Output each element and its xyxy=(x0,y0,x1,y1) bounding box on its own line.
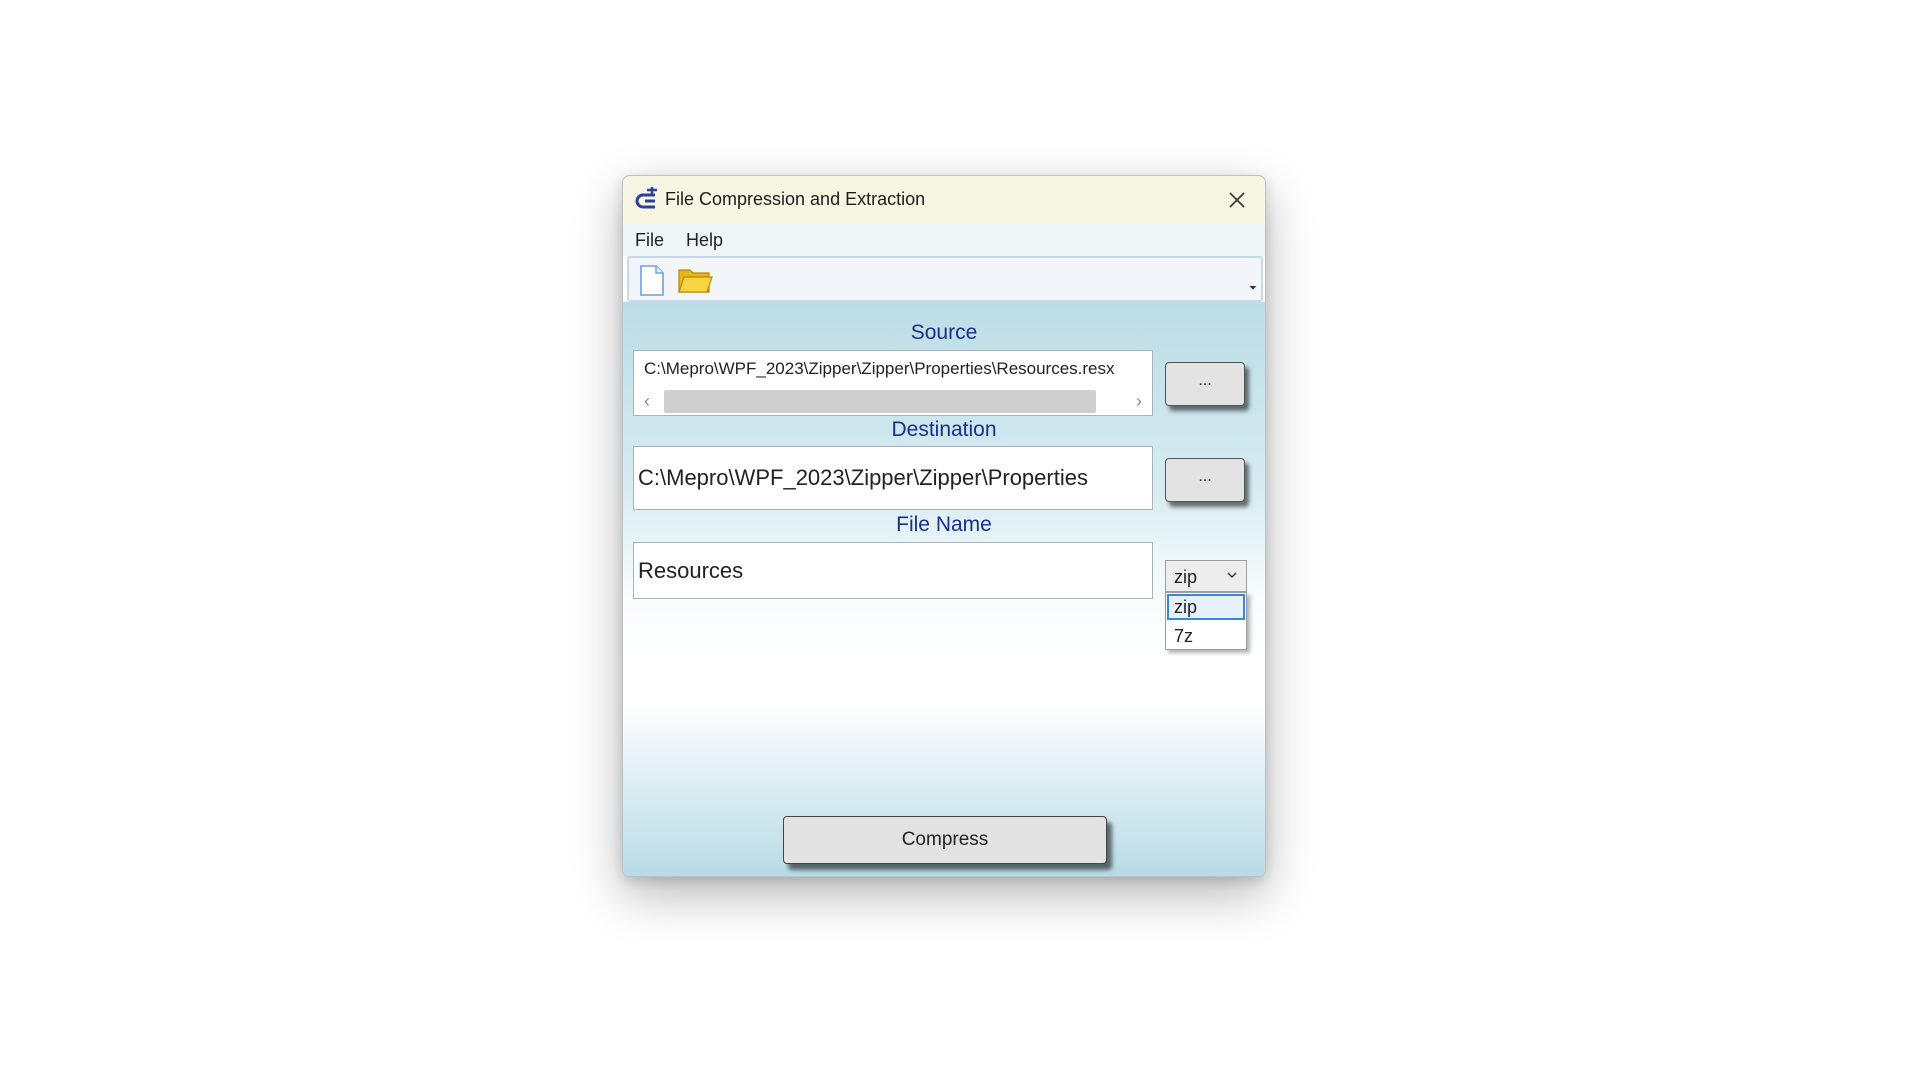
app-window: File Compression and Extraction File Hel… xyxy=(622,175,1266,877)
format-selected-value: zip xyxy=(1174,567,1198,587)
format-option-7z[interactable]: 7z xyxy=(1167,623,1245,649)
destination-path-text: C:\Mepro\WPF_2023\Zipper\Zipper\Properti… xyxy=(638,465,1088,490)
chevron-down-icon xyxy=(1227,572,1237,578)
close-button[interactable] xyxy=(1209,176,1265,224)
new-file-button[interactable] xyxy=(635,264,669,296)
source-browse-button[interactable]: ... xyxy=(1165,362,1245,406)
close-icon xyxy=(1229,192,1245,208)
source-path-text: C:\Mepro\WPF_2023\Zipper\Zipper\Properti… xyxy=(644,359,1115,378)
file-name-text: Resources xyxy=(638,557,744,583)
new-file-icon xyxy=(640,265,664,296)
destination-path-field[interactable]: C:\Mepro\WPF_2023\Zipper\Zipper\Properti… xyxy=(633,446,1153,510)
menu-help[interactable]: Help xyxy=(686,230,723,251)
compress-button[interactable]: Compress xyxy=(783,816,1107,864)
file-name-field[interactable]: Resources xyxy=(633,542,1153,599)
open-folder-icon xyxy=(678,269,713,293)
file-name-label: File Name xyxy=(896,513,992,536)
title-bar: File Compression and Extraction xyxy=(623,176,1265,224)
open-folder-button[interactable] xyxy=(677,264,713,296)
scroll-right-icon[interactable]: › xyxy=(1128,389,1150,413)
source-label: Source xyxy=(910,321,978,344)
main-content: Source C:\Mepro\WPF_2023\Zipper\Zipper\P… xyxy=(623,302,1265,876)
toolbar: ⏷ xyxy=(627,256,1263,302)
toolbar-overflow-button[interactable]: ⏷ xyxy=(1249,284,1259,298)
source-horizontal-scrollbar[interactable]: ‹ › xyxy=(636,389,1150,413)
window-title: File Compression and Extraction xyxy=(665,189,926,209)
scrollbar-thumb[interactable] xyxy=(664,390,1096,413)
menu-file[interactable]: File xyxy=(635,230,664,251)
format-option-zip[interactable]: zip xyxy=(1167,594,1245,620)
scroll-left-icon[interactable]: ‹ xyxy=(636,389,658,413)
destination-browse-button[interactable]: ... xyxy=(1165,458,1245,502)
menu-bar: File Help xyxy=(623,224,1265,256)
destination-label: Destination xyxy=(891,418,997,441)
format-dropdown-list: zip 7z xyxy=(1165,592,1247,650)
source-path-field[interactable]: C:\Mepro\WPF_2023\Zipper\Zipper\Properti… xyxy=(633,350,1153,416)
app-icon xyxy=(635,187,657,209)
format-combobox[interactable]: zip xyxy=(1165,560,1247,592)
